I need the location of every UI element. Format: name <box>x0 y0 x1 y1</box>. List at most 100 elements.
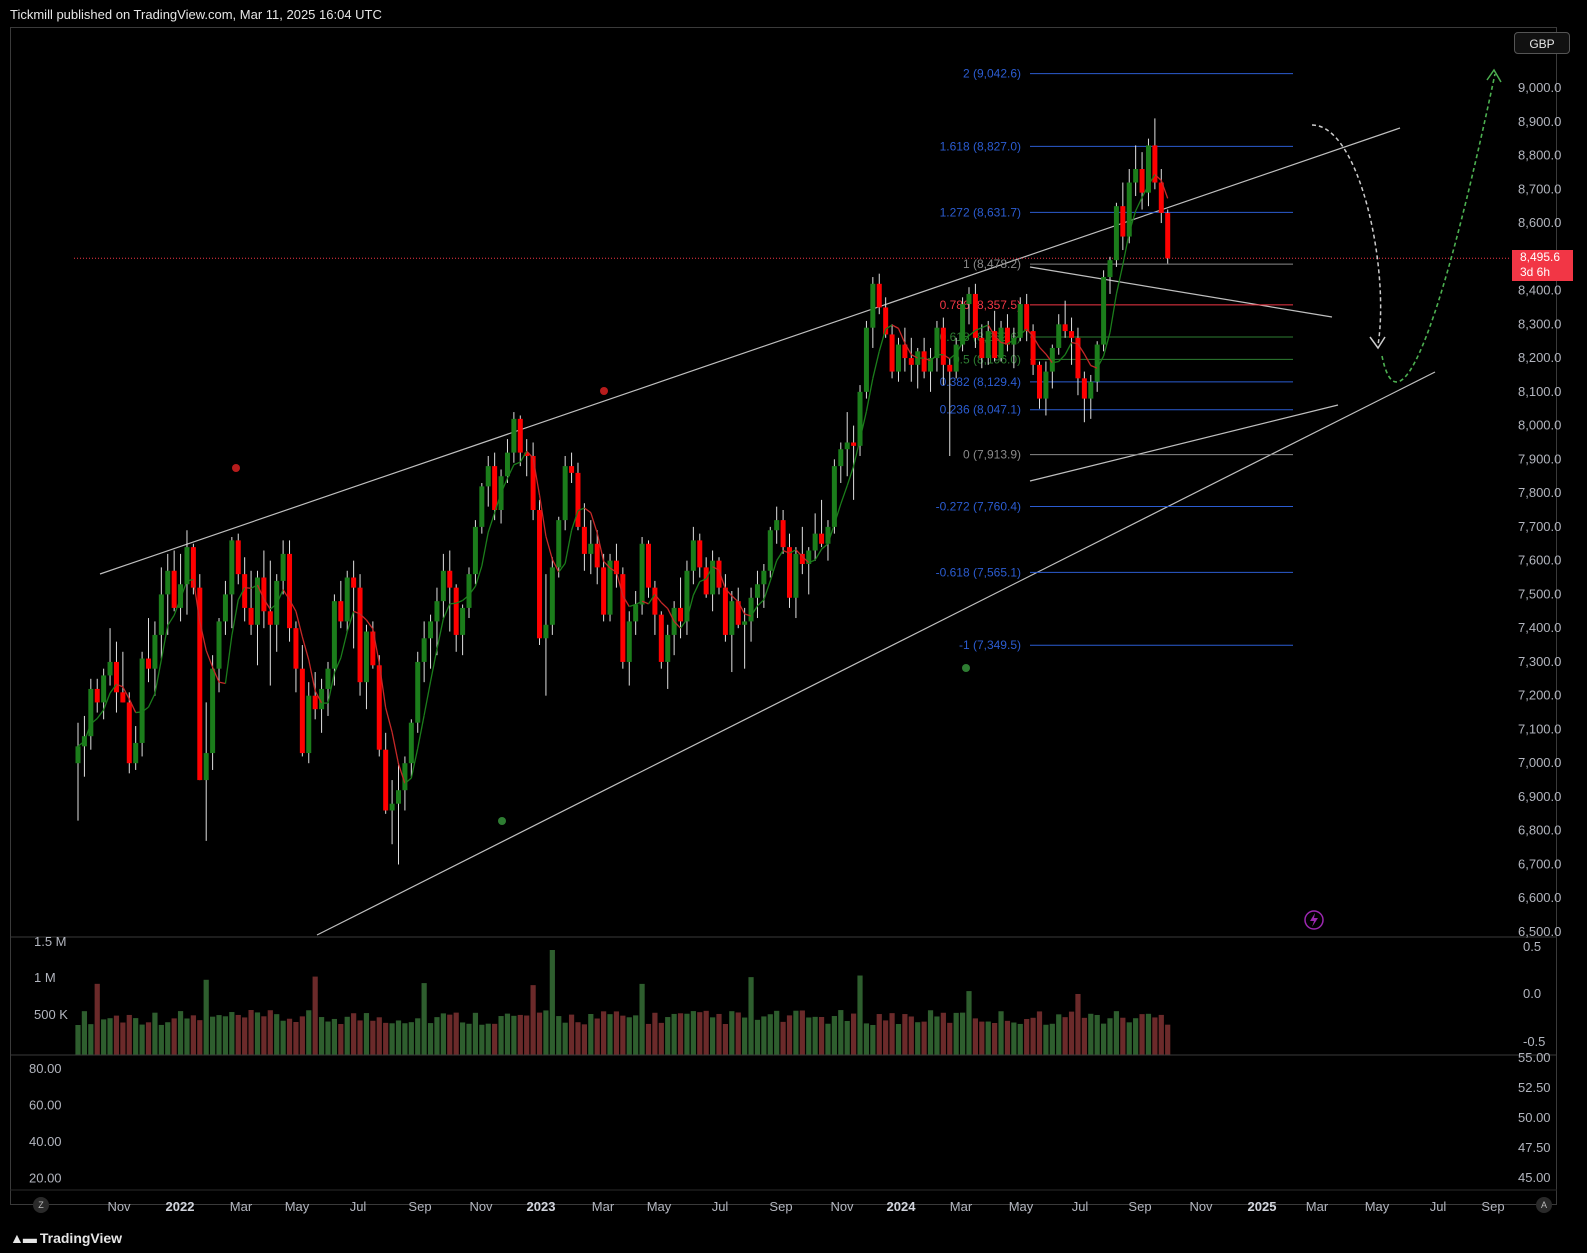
candle-body <box>107 661 113 676</box>
candle-body <box>921 351 927 372</box>
ma-segment <box>821 543 829 550</box>
volume-bar <box>222 1016 229 1055</box>
time-tick-label: May <box>647 1199 672 1214</box>
volume-bar <box>684 1013 690 1055</box>
candle-body <box>184 547 190 585</box>
candle-body <box>396 790 401 804</box>
volume-bar <box>1011 1022 1017 1055</box>
time-tick-label: May <box>285 1199 310 1214</box>
volume-bar <box>331 1018 337 1055</box>
currency-button[interactable]: GBP <box>1514 32 1570 54</box>
price-tick-label: 8,100.0 <box>1518 384 1561 399</box>
volume-bar <box>793 1010 799 1055</box>
oscillator-tick-label: 20.00 <box>29 1171 62 1186</box>
price-axis: 9,000.08,900.08,800.08,700.08,600.08,500… <box>1518 80 1561 939</box>
volume-bar <box>447 1014 453 1055</box>
volume-bar <box>780 1021 786 1055</box>
volume-bar <box>902 1014 908 1055</box>
volume-bar <box>293 1021 299 1055</box>
candle-body <box>222 594 228 622</box>
volume-bar <box>101 1019 107 1055</box>
time-tick-label: 2024 <box>887 1199 917 1214</box>
fibonacci-layer: 2 (9,042.6) 1.618 (8,827.0) 1.272 (8,631.7… <box>936 67 1293 652</box>
tradingview-logo: ▲▬ TradingView <box>10 1230 122 1246</box>
ma-segment <box>1064 342 1073 356</box>
fib-level-label: 0.382 (8,129.4) <box>940 375 1021 389</box>
volume-pane: 1.5 M 1 M 500 K 0.5 0.0 -0.5 <box>10 934 1557 1055</box>
candle-body <box>537 510 543 639</box>
volume-bar <box>210 1016 216 1055</box>
ma-segment <box>814 548 823 561</box>
candle-body <box>158 594 164 635</box>
pivot-marker <box>962 664 970 672</box>
candle-body <box>722 587 728 635</box>
volume-bar <box>690 1011 696 1055</box>
candle-body <box>844 442 850 450</box>
candle-body <box>75 746 81 764</box>
zoom-reset-button[interactable]: Z <box>33 1197 49 1213</box>
volume-bar <box>972 1018 978 1055</box>
ma-segment <box>449 602 457 605</box>
volume-bar <box>312 976 318 1055</box>
ma-segment <box>692 581 701 596</box>
volume-bar <box>94 983 100 1055</box>
volume-bar <box>274 1014 280 1055</box>
time-tick-label: Mar <box>1306 1199 1329 1214</box>
volume-bar <box>581 1024 587 1055</box>
fib-level-label: -0.272 (7,760.4) <box>936 499 1021 513</box>
candle-body <box>851 442 857 446</box>
volume-bar <box>376 1017 382 1055</box>
price-tick-label: 6,500.0 <box>1518 924 1561 939</box>
trendline <box>316 371 1436 936</box>
volume-right-tick-label: 0.5 <box>1523 939 1541 954</box>
candle-body <box>543 624 549 639</box>
volume-bar <box>254 1012 261 1055</box>
volume-bar <box>261 1016 267 1055</box>
volume-bar <box>620 1015 626 1055</box>
candle-body <box>601 567 607 615</box>
candle-body <box>389 803 395 811</box>
volume-bar <box>1056 1014 1062 1055</box>
volume-bar <box>165 1022 171 1055</box>
volume-bar <box>876 1014 882 1055</box>
volume-bar <box>427 1023 434 1055</box>
ma-segment <box>167 614 175 626</box>
volume-bar <box>1043 1024 1049 1055</box>
candle-body <box>492 466 498 510</box>
volume-bar <box>652 1012 658 1055</box>
candles-layer <box>75 118 1171 865</box>
candle-body <box>895 344 901 372</box>
candle-body <box>562 466 568 521</box>
volume-bar <box>613 1011 620 1055</box>
candle-body <box>466 574 472 608</box>
ma-segment <box>545 536 553 560</box>
price-tick-label: 7,400.0 <box>1518 620 1561 635</box>
volume-bar <box>998 1011 1004 1055</box>
volume-bar <box>1165 1024 1171 1055</box>
time-tick-label: 2025 <box>1248 1199 1277 1214</box>
time-tick-label: Nov <box>1189 1199 1213 1214</box>
candle-body <box>235 540 241 575</box>
volume-bar <box>671 1013 677 1055</box>
volume-bar <box>485 1023 491 1055</box>
volume-bar <box>107 1018 113 1055</box>
price-tick-label: 8,300.0 <box>1518 316 1561 331</box>
ma-segment <box>584 507 592 514</box>
volume-bar <box>158 1024 164 1055</box>
candle-body <box>838 449 844 467</box>
candle-body <box>748 597 754 622</box>
trendline <box>1029 266 1333 318</box>
candle-body <box>1024 304 1030 332</box>
volume-bar <box>216 1015 222 1055</box>
candle-body <box>421 638 427 662</box>
bearish-projection-path <box>1311 124 1382 346</box>
ma-segment <box>385 707 393 733</box>
volume-bar <box>395 1020 402 1055</box>
volume-bar <box>549 950 555 1055</box>
auto-scale-button[interactable]: A <box>1536 1197 1552 1213</box>
volume-bar <box>774 1010 780 1055</box>
volume-bar <box>524 1015 530 1055</box>
chart-canvas[interactable]: 2 (9,042.6) 1.618 (8,827.0) 1.272 (8,631.7… <box>0 0 1587 1253</box>
ma-segment <box>757 599 765 607</box>
candle-body <box>1069 331 1075 338</box>
